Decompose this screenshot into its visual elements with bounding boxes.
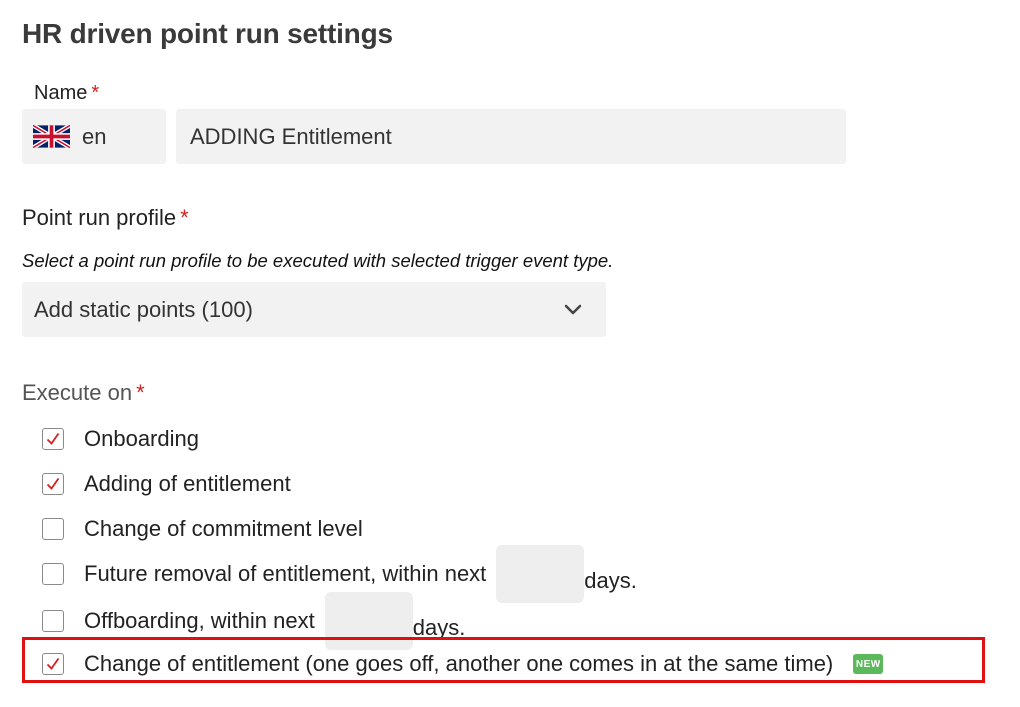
option-label: Change of entitlement (one goes off, ano…: [84, 651, 834, 676]
point-run-profile-select[interactable]: Add static points (100): [22, 282, 606, 337]
change-of-entitlement-checkbox[interactable]: [42, 653, 64, 675]
offboarding-checkbox[interactable]: [42, 610, 64, 632]
checkmark-icon: [46, 657, 60, 670]
name-input[interactable]: [176, 109, 846, 164]
execute-on-label-text: Execute on: [22, 380, 133, 405]
point-run-profile-label: Point run profile *: [22, 205, 189, 231]
checkmark-icon: [46, 477, 60, 490]
option-label: Change of commitment level: [84, 516, 363, 541]
point-run-profile-description: Select a point run profile to be execute…: [22, 250, 614, 271]
required-marker: *: [136, 380, 145, 405]
adding-of-entitlement-checkbox[interactable]: [42, 473, 64, 495]
onboarding-checkbox[interactable]: [42, 428, 64, 450]
option-label: Onboarding: [84, 426, 199, 451]
new-badge: NEW: [853, 654, 884, 674]
point-run-profile-label-text: Point run profile: [22, 205, 177, 230]
option-label: Adding of entitlement: [84, 471, 291, 496]
change-of-commitment-level-checkbox[interactable]: [42, 518, 64, 540]
option-label: Offboarding, within next: [84, 608, 315, 633]
name-label: Name *: [34, 82, 99, 105]
page-title: HR driven point run settings: [22, 18, 393, 49]
uk-flag-icon: [33, 125, 70, 148]
chevron-down-icon: [564, 304, 582, 314]
checkmark-icon: [46, 432, 60, 445]
selected-profile: Add static points (100): [34, 296, 253, 322]
name-label-text: Name: [34, 82, 88, 104]
required-marker: *: [91, 82, 100, 104]
required-marker: *: [180, 205, 189, 230]
language-code: en: [82, 123, 107, 149]
option-onboarding[interactable]: Onboarding: [42, 426, 199, 452]
future-removal-checkbox[interactable]: [42, 563, 64, 585]
language-selector[interactable]: en: [22, 109, 166, 164]
execute-on-label: Execute on *: [22, 380, 145, 406]
option-change-of-entitlement[interactable]: Change of entitlement (one goes off, ano…: [42, 651, 884, 677]
option-adding-of-entitlement[interactable]: Adding of entitlement: [42, 471, 291, 497]
days-suffix: days.: [584, 568, 637, 593]
option-change-of-commitment-level[interactable]: Change of commitment level: [42, 516, 363, 542]
future-removal-days-input[interactable]: [496, 545, 585, 603]
option-label: Future removal of entitlement, within ne…: [84, 561, 487, 586]
